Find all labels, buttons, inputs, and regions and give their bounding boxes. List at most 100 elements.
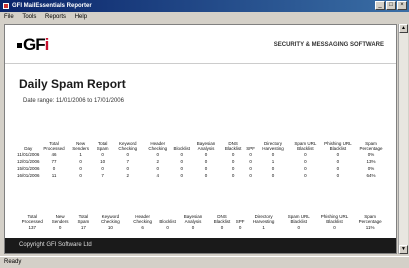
scroll-up-icon[interactable]: ▲	[399, 24, 408, 33]
table-cell: 0	[231, 152, 235, 157]
table-cell: 0	[304, 152, 307, 157]
table-cell: 0	[271, 152, 275, 157]
table-cell: 0	[249, 159, 252, 164]
copyright: Copyright GFI Software Ltd	[19, 242, 92, 248]
report-view: GFi SECURITY & MESSAGING SOFTWARE Daily …	[4, 24, 397, 254]
table-row: 137 0 17 10 6 0 0 0 0 1 0 0 11%	[17, 224, 387, 231]
window-controls: _ □ ×	[375, 1, 407, 10]
column-header: Phishing URL Blacklist	[320, 214, 349, 224]
column-header: Directory Harvesting	[252, 214, 275, 224]
column-header: Keyword Checking	[101, 214, 120, 224]
totals-table: Total Processed New Senders Total Spam Keyw…	[17, 206, 387, 231]
menu-file[interactable]: File	[4, 14, 14, 20]
table-cell: 0%	[367, 152, 375, 157]
table-cell: 11%	[365, 225, 375, 230]
column-header: New Senders	[51, 214, 69, 224]
column-header: Header Checking	[148, 141, 168, 151]
maximize-button[interactable]: □	[386, 1, 396, 10]
column-header: Bayesian Analysis	[183, 214, 203, 224]
table-cell: 10	[107, 225, 113, 230]
table-cell: 0	[231, 166, 235, 171]
report-header: GFi SECURITY & MESSAGING SOFTWARE	[5, 25, 396, 64]
menu-help[interactable]: Help	[75, 14, 87, 20]
table-cell: 1	[271, 159, 275, 164]
table-cell: 0	[231, 173, 235, 178]
menu-tools[interactable]: Tools	[22, 14, 36, 20]
column-header: Day	[24, 146, 33, 151]
table-cell: 12/01/2006	[17, 159, 40, 164]
status-bar: Ready	[0, 256, 409, 268]
column-header: Header Checking	[133, 214, 153, 224]
column-header: Directory Harvesting	[262, 141, 284, 151]
table-cell: 0	[249, 173, 252, 178]
table-cell: 2	[156, 159, 160, 164]
table-cell: 15/01/2006	[17, 166, 40, 171]
column-header: Total Processed	[43, 141, 65, 151]
table-cell: 0	[204, 152, 208, 157]
table-cell: 0	[204, 159, 208, 164]
table-cell: 17	[80, 225, 86, 230]
table-cell: 0	[126, 152, 129, 157]
column-header: SPF	[246, 146, 256, 151]
table-cell: 1	[262, 225, 265, 230]
table-cell: 4	[156, 173, 160, 178]
table-cell: 0	[304, 173, 307, 178]
table-cell: 7	[126, 159, 129, 164]
table-cell: 46	[51, 152, 57, 157]
table-cell: 0	[336, 152, 340, 157]
table-cell: 0	[191, 225, 195, 230]
table-cell: 0	[101, 166, 104, 171]
vertical-scrollbar[interactable]: ▲ ▼	[398, 24, 408, 254]
table-cell: 11	[51, 173, 57, 178]
table-cell: 0	[336, 159, 340, 164]
table-cell: 0	[204, 173, 208, 178]
close-button[interactable]: ×	[397, 1, 407, 10]
title-bar: GFI MailEssentials Reporter _ □ ×	[0, 0, 409, 12]
window-title: GFI MailEssentials Reporter	[12, 3, 92, 9]
table-cell: 0	[79, 166, 82, 171]
table-cell: 11/01/2006	[17, 152, 40, 157]
column-header: Total Processed	[21, 214, 43, 224]
table-cell: 0	[58, 225, 62, 230]
table-cell: 0	[180, 173, 183, 178]
table-cell: 0	[249, 166, 252, 171]
column-header: Blocklist	[173, 146, 190, 151]
table-cell: 0	[304, 166, 307, 171]
status-text: Ready	[4, 259, 22, 265]
menu-reports[interactable]: Reports	[45, 14, 66, 20]
table-cell: 0	[101, 152, 104, 157]
scroll-down-icon[interactable]: ▼	[399, 245, 408, 254]
column-header: New Senders	[72, 141, 90, 151]
column-header: Spam Percentage	[358, 214, 382, 224]
table-cell: 0	[249, 152, 252, 157]
table-cell: 0	[79, 173, 82, 178]
table-cell: 0	[180, 152, 183, 157]
table-cell: 0	[333, 225, 336, 230]
tagline: SECURITY & MESSAGING SOFTWARE	[273, 42, 384, 48]
table-cell: 0	[231, 159, 235, 164]
gfi-logo: GFi	[17, 35, 49, 55]
report-title: Daily Spam Report	[19, 77, 126, 91]
table-cell: 6	[141, 225, 144, 230]
table-cell: 0	[204, 166, 208, 171]
table-cell: 0%	[367, 166, 375, 171]
column-header: Keyword Checking	[118, 141, 138, 151]
table-cell: 0	[126, 166, 129, 171]
column-header: SPF	[235, 219, 245, 224]
column-header: DNS Blacklist	[224, 141, 242, 151]
menu-bar: File Tools Reports Help	[0, 12, 409, 22]
report-footer: Copyright GFI Software Ltd	[5, 238, 396, 253]
table-cell: 64%	[366, 173, 376, 178]
column-header: Total Spam	[96, 141, 109, 151]
table-cell: 0	[166, 225, 169, 230]
table-cell: 0	[156, 166, 160, 171]
column-header: Spam Percentage	[359, 141, 383, 151]
minimize-button[interactable]: _	[375, 1, 385, 10]
table-cell: 0	[297, 225, 300, 230]
date-range: Date range: 11/01/2006 to 17/01/2006	[23, 98, 124, 104]
column-header: Blocklist	[159, 219, 176, 224]
column-header: Spam URL Blacklist	[287, 214, 310, 224]
table-cell: 10	[100, 159, 106, 164]
table-cell: 137	[28, 225, 36, 230]
table-cell: 0	[304, 159, 307, 164]
